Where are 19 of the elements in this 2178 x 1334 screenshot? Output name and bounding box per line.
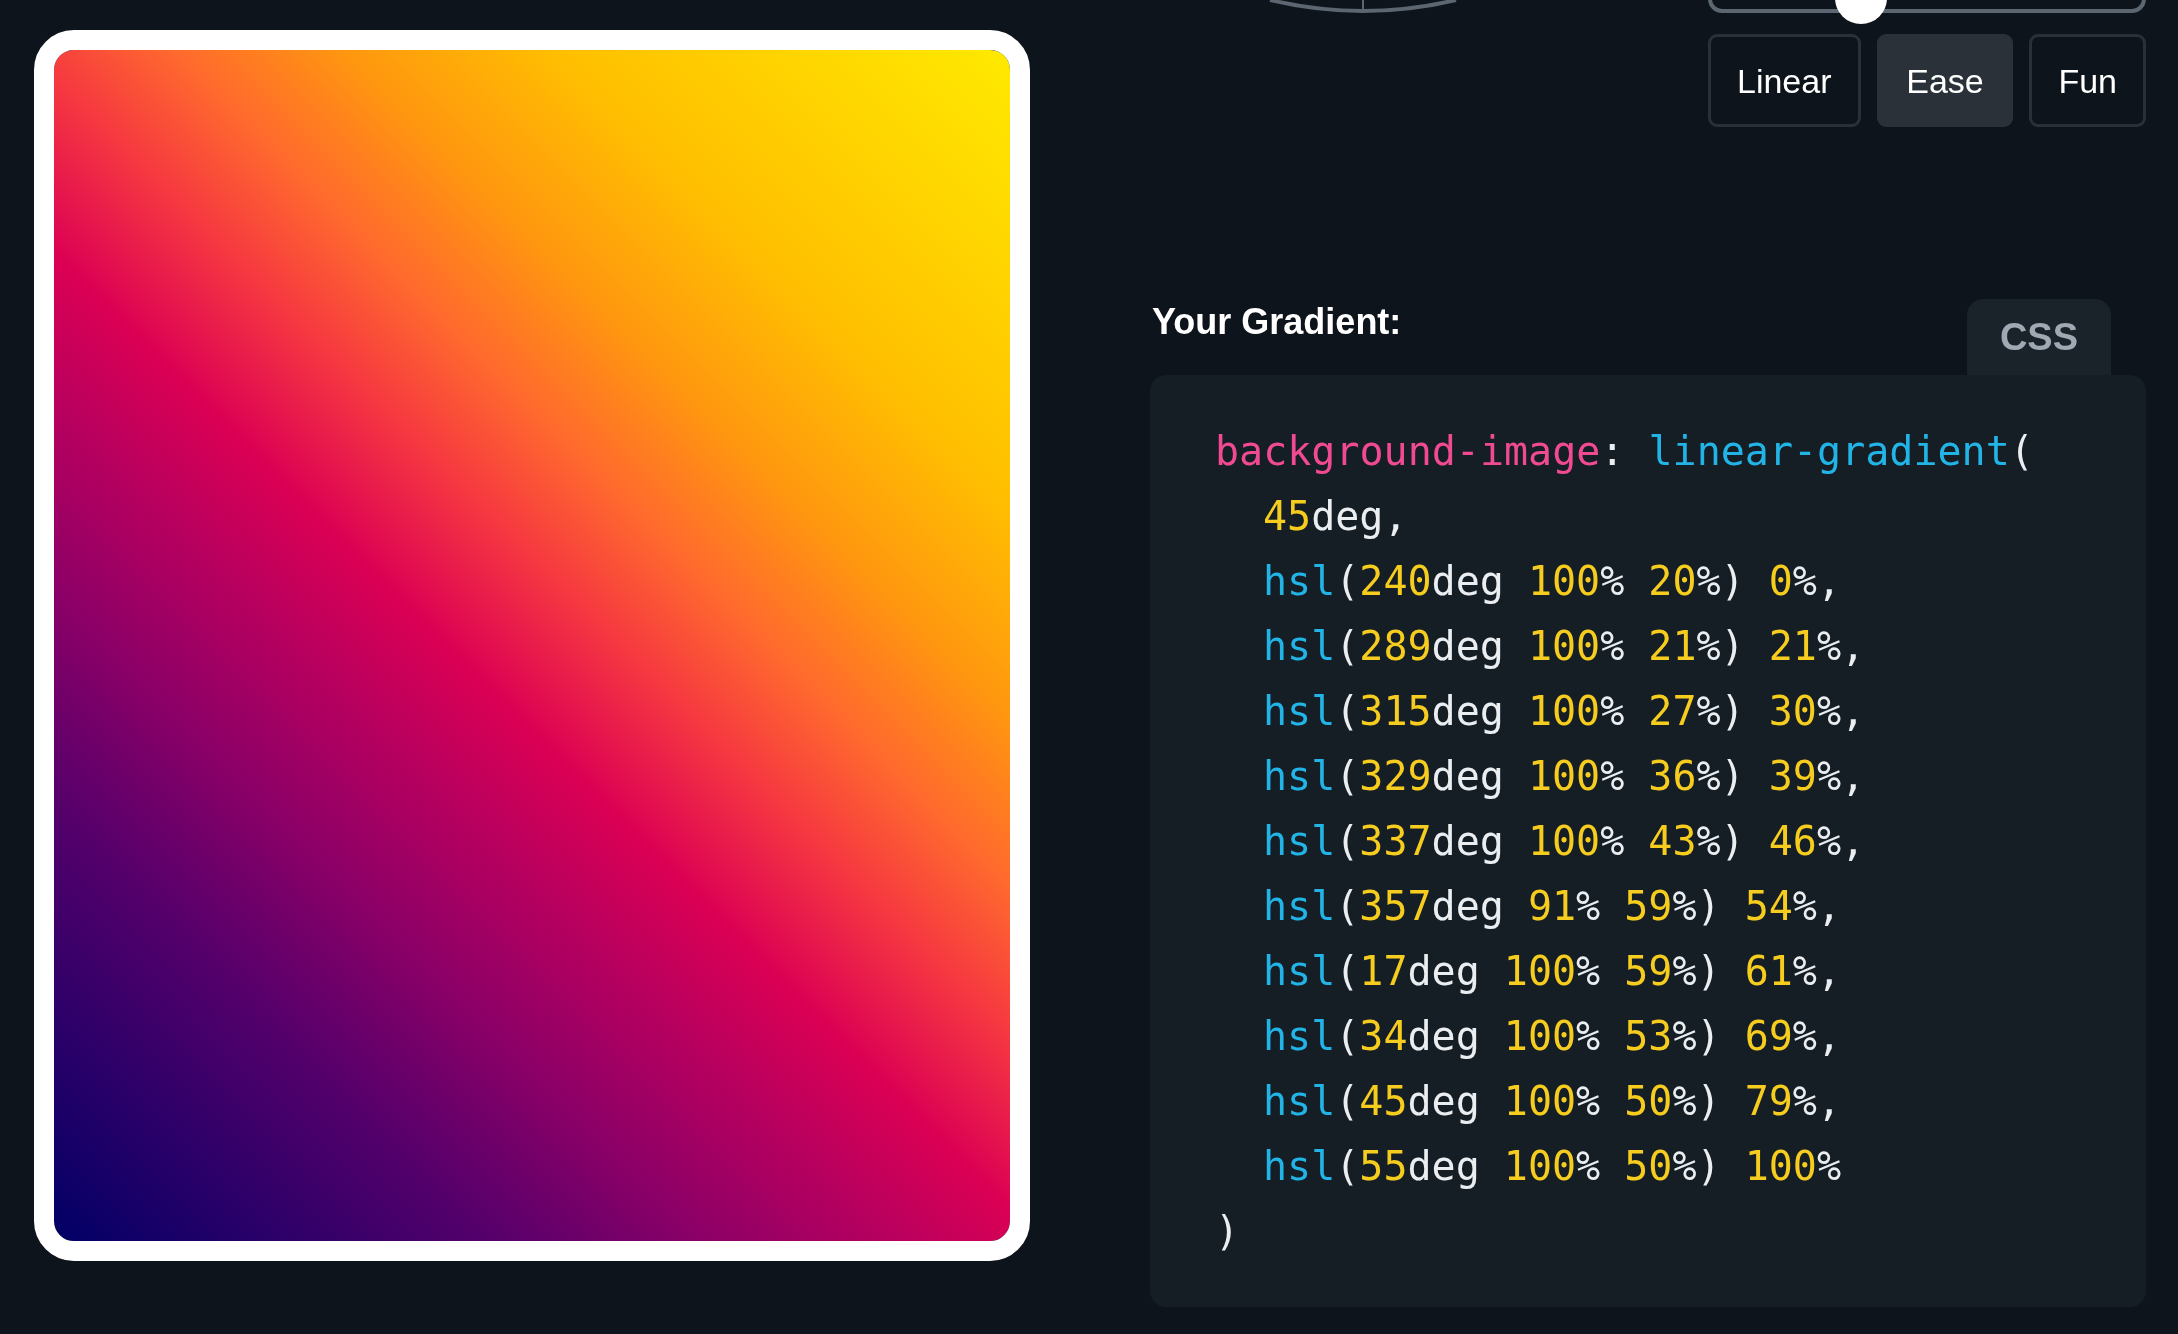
easing-option-button[interactable]: Linear	[1708, 34, 1861, 127]
code-line: )	[1215, 1207, 1240, 1256]
code-line: hsl(289deg 100% 21%) 21%,	[1263, 622, 1866, 671]
code-line: hsl(315deg 100% 27%) 30%,	[1263, 687, 1866, 736]
code-line: background-image: linear-gradient(	[1215, 427, 2034, 476]
section-title: Your Gradient:	[1152, 301, 1402, 343]
angle-dial[interactable]	[1268, 0, 1458, 14]
code-line: hsl(17deg 100% 59%) 61%,	[1263, 947, 1842, 996]
code-line: hsl(329deg 100% 36%) 39%,	[1263, 752, 1866, 801]
css-tab[interactable]: CSS	[1967, 299, 2111, 375]
code-line: hsl(55deg 100% 50%) 100%	[1263, 1142, 1842, 1191]
code-line: hsl(357deg 91% 59%) 54%,	[1263, 882, 1842, 931]
code-line: hsl(337deg 100% 43%) 46%,	[1263, 817, 1866, 866]
easing-option-button[interactable]: Fun	[2029, 34, 2146, 127]
code-line: hsl(34deg 100% 53%) 69%,	[1263, 1012, 1842, 1061]
code-line: 45deg,	[1263, 492, 1408, 541]
easing-option-button[interactable]: Ease	[1877, 34, 2013, 127]
code-line: hsl(45deg 100% 50%) 79%,	[1263, 1077, 1842, 1126]
code-line: hsl(240deg 100% 20%) 0%,	[1263, 557, 1842, 606]
